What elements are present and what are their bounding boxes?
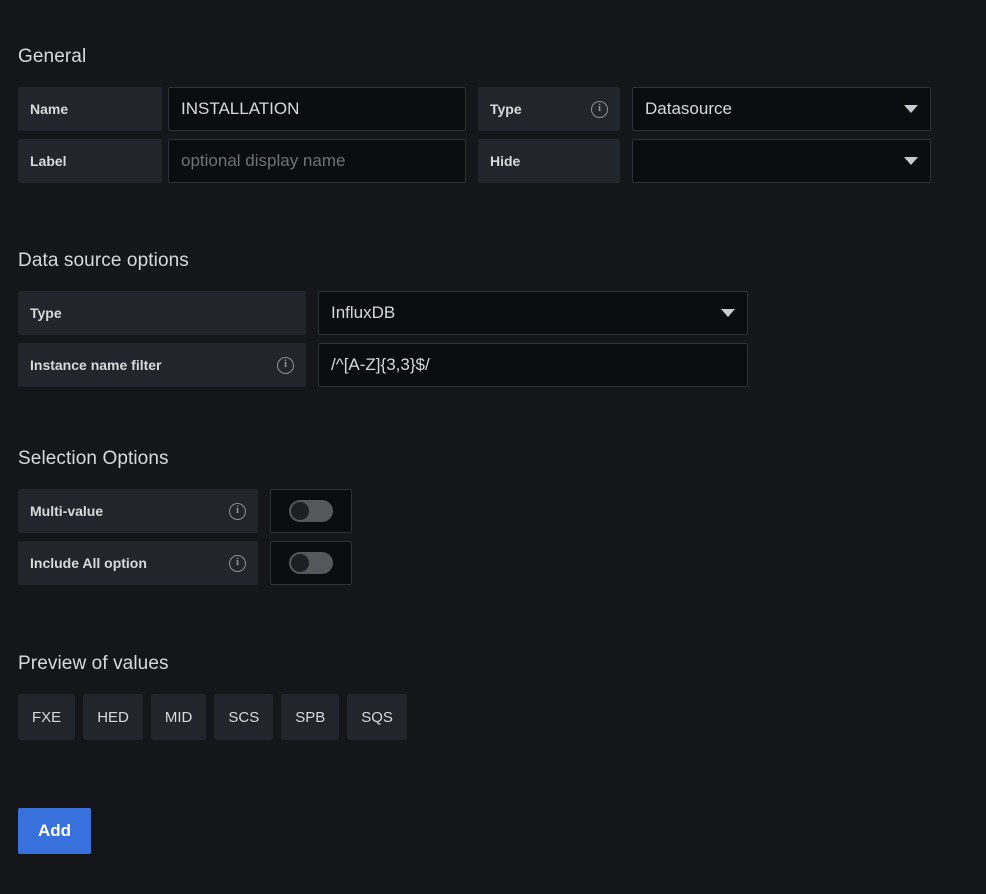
info-circle-icon[interactable] xyxy=(229,502,246,520)
preview-section-title: Preview of values xyxy=(18,653,169,674)
preview-value-chip: SCS xyxy=(214,694,274,740)
type-label: Type xyxy=(490,101,522,117)
hide-label-cell: Hide xyxy=(478,139,620,183)
label-input[interactable] xyxy=(168,139,466,183)
chevron-down-icon xyxy=(721,309,735,317)
selection-options-fields: Multi-value Include All option xyxy=(18,489,352,591)
instance-filter-label-cell: Instance name filter xyxy=(18,343,306,387)
datasource-options-section: Data source options xyxy=(18,250,189,272)
preview-value-chip: SPB xyxy=(281,694,340,740)
multi-value-label-cell: Multi-value xyxy=(18,489,258,533)
type-select[interactable]: Datasource xyxy=(632,87,931,131)
toggle-knob xyxy=(291,554,309,572)
preview-value-chip: HED xyxy=(83,694,143,740)
toggle-track xyxy=(289,500,333,522)
preview-value-chip: SQS xyxy=(347,694,407,740)
toggle-track xyxy=(289,552,333,574)
include-all-label-cell: Include All option xyxy=(18,541,258,585)
type-select-value: Datasource xyxy=(645,99,732,118)
datasource-options-title: Data source options xyxy=(18,250,189,271)
actions-bar: Add xyxy=(18,808,92,854)
type-label-cell: Type xyxy=(478,87,620,131)
include-all-toggle[interactable] xyxy=(270,541,352,585)
ds-type-select[interactable]: InfluxDB xyxy=(318,291,748,335)
name-input[interactable] xyxy=(168,87,466,131)
variable-editor-page: General Name Type Datasource Label Hide xyxy=(0,0,986,894)
label-row: Label Hide xyxy=(18,139,931,183)
preview-value-chip: MID xyxy=(150,694,207,740)
hide-select[interactable] xyxy=(632,139,931,183)
instance-filter-label: Instance name filter xyxy=(30,357,162,373)
label-label-cell: Label xyxy=(18,139,162,183)
name-label: Name xyxy=(30,101,69,117)
info-circle-icon[interactable] xyxy=(591,100,608,118)
chevron-down-icon xyxy=(904,157,918,165)
include-all-row: Include All option xyxy=(18,541,352,585)
ds-type-row: Type InfluxDB xyxy=(18,291,748,335)
add-button[interactable]: Add xyxy=(18,808,92,854)
general-fields: Name Type Datasource Label Hide xyxy=(18,87,931,189)
selection-options-title: Selection Options xyxy=(18,448,169,469)
ds-type-label-cell: Type xyxy=(18,291,306,335)
label-label: Label xyxy=(30,153,67,169)
preview-chips: FXE HED MID SCS SPB SQS xyxy=(18,694,407,740)
general-section-title: General xyxy=(18,46,87,67)
preview-section: Preview of values xyxy=(18,653,169,675)
name-label-cell: Name xyxy=(18,87,162,131)
multi-value-row: Multi-value xyxy=(18,489,352,533)
name-row: Name Type Datasource xyxy=(18,87,931,131)
preview-value-chip: FXE xyxy=(18,694,76,740)
info-circle-icon[interactable] xyxy=(277,356,294,374)
toggle-knob xyxy=(291,502,309,520)
ds-type-label: Type xyxy=(30,305,62,321)
include-all-label: Include All option xyxy=(30,555,147,571)
info-circle-icon[interactable] xyxy=(229,554,246,572)
multi-value-toggle[interactable] xyxy=(270,489,352,533)
ds-type-select-value: InfluxDB xyxy=(331,303,396,322)
chevron-down-icon xyxy=(904,105,918,113)
general-section: General xyxy=(18,46,86,68)
selection-options-section: Selection Options xyxy=(18,448,169,470)
instance-filter-input[interactable] xyxy=(318,343,748,387)
multi-value-label: Multi-value xyxy=(30,503,104,519)
instance-filter-row: Instance name filter xyxy=(18,343,748,387)
preview-values-list: FXE HED MID SCS SPB SQS xyxy=(18,694,407,740)
hide-label: Hide xyxy=(490,153,521,169)
datasource-options-fields: Type InfluxDB Instance name filter xyxy=(18,291,748,393)
